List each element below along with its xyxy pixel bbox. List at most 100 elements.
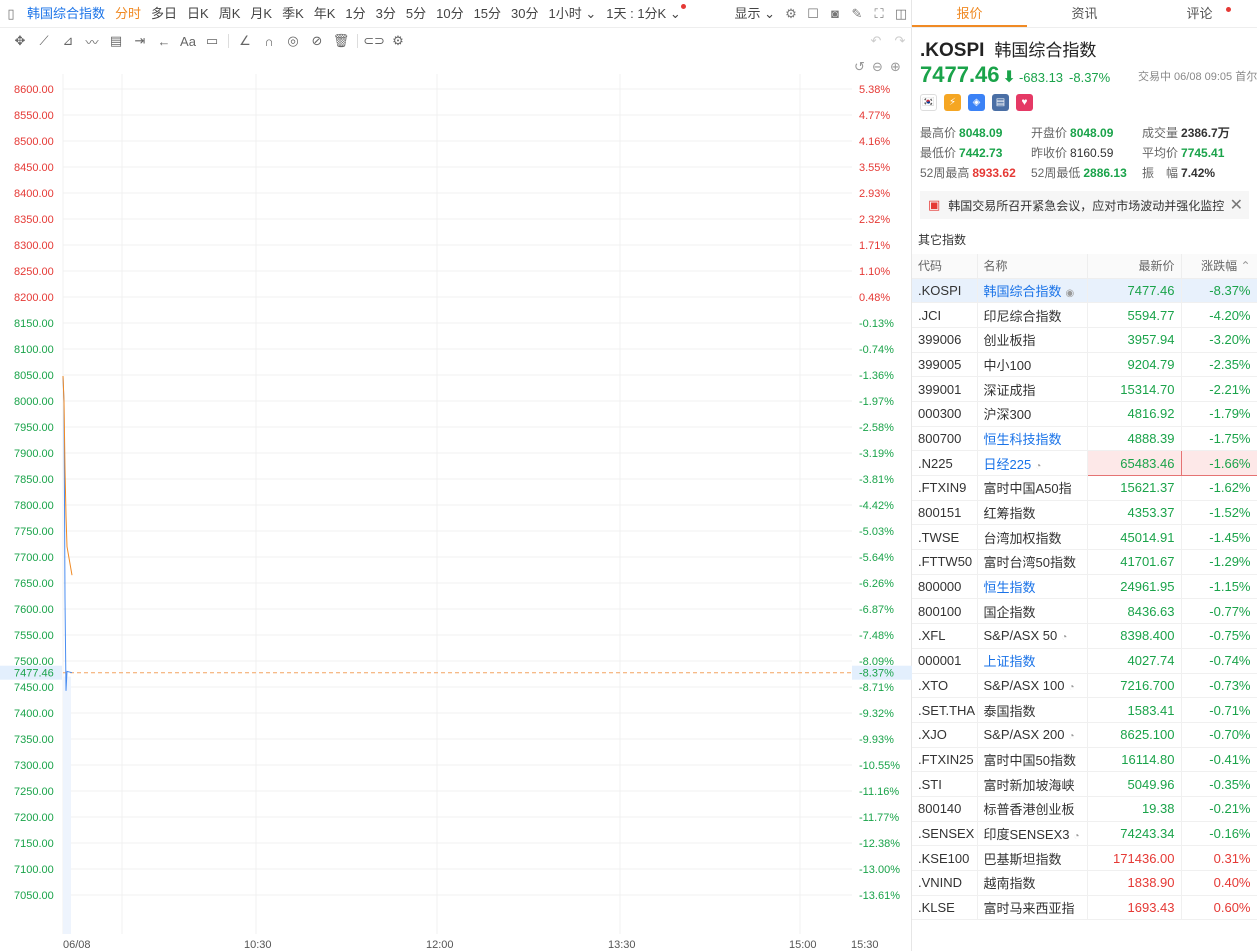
tab-quote[interactable]: 报价 <box>912 0 1027 27</box>
period-9[interactable]: 5分 <box>401 0 431 28</box>
sidebar-icon[interactable]: ◫ <box>890 0 912 28</box>
col-code[interactable]: 代码 <box>912 254 978 279</box>
measure-tool-icon[interactable]: ⇥ <box>128 28 152 54</box>
table-row[interactable]: 800700 恒生科技指数 4888.39 -1.75% <box>912 426 1257 452</box>
display-menu[interactable]: 显示 ⌄ <box>729 0 780 28</box>
favorite-heart-icon[interactable]: ♥ <box>1016 94 1033 111</box>
link-icon[interactable]: ⊂⊃ <box>362 28 386 54</box>
tab-news[interactable]: 资讯 <box>1027 0 1142 27</box>
tab-comments[interactable]: 评论 <box>1142 0 1257 27</box>
row-change-pct: -1.45% <box>1181 524 1257 551</box>
period-2[interactable]: 日K <box>182 0 214 28</box>
pct-tick-label: -13.00% <box>859 864 900 876</box>
time-label: 06/08 <box>63 939 91 951</box>
table-row[interactable]: 000300 沪深300 4816.92 -1.79% <box>912 401 1257 427</box>
hide-icon[interactable]: ⊘ <box>305 28 329 54</box>
period-11[interactable]: 15分 <box>469 0 506 28</box>
close-icon[interactable]: ✕ <box>1230 195 1243 215</box>
table-row[interactable]: .SENSEX 印度SENSEX3 ◔ 74243.34 -0.16% <box>912 821 1257 847</box>
period-13[interactable]: 1小时 ⌄ <box>544 0 602 28</box>
table-row[interactable]: 399006 创业板指 3957.94 -3.20% <box>912 327 1257 353</box>
period-7[interactable]: 1分 <box>340 0 370 28</box>
row-change-pct: -4.20% <box>1181 302 1257 328</box>
row-code: .XJO <box>912 722 978 748</box>
period-12[interactable]: 30分 <box>506 0 543 28</box>
pencil-icon[interactable]: ✎ <box>846 0 868 28</box>
row-name-text: 台湾加权指数 <box>983 530 1062 546</box>
period-6[interactable]: 年K <box>309 0 341 28</box>
draw-settings-icon[interactable]: ⚙ <box>386 28 410 54</box>
redo-icon[interactable]: ↷ <box>888 28 912 54</box>
camera-icon[interactable]: ◙ <box>824 0 846 28</box>
row-change-pct: -0.77% <box>1181 598 1257 625</box>
news-notice[interactable]: ▣ 韩国交易所召开紧急会议，应对市场波动并强化监控 ✕ <box>920 191 1249 219</box>
table-row[interactable]: .JCI 印尼综合指数 5594.77 -4.20% <box>912 302 1257 328</box>
row-price: 24961.95 <box>1087 574 1182 600</box>
move-icon[interactable]: ✥ <box>8 28 32 54</box>
price-tick-label: 7400.00 <box>14 708 54 720</box>
trash-icon[interactable]: 🗑 <box>329 28 353 54</box>
period-5[interactable]: 季K <box>277 0 309 28</box>
magnet-icon[interactable]: ∩ <box>257 28 281 54</box>
square-icon[interactable]: ☐ <box>802 0 824 28</box>
table-row[interactable]: .VNIND 越南指数 1838.90 0.40% <box>912 870 1257 896</box>
stat-3: 最低价 7442.73 <box>920 144 1031 161</box>
table-row[interactable]: .FTXIN25 富时中国50指数 16114.80 -0.41% <box>912 747 1257 773</box>
row-name: 富时中国A50指 <box>977 475 1088 501</box>
angle-tool-icon[interactable]: ∠ <box>233 28 257 54</box>
table-row[interactable]: .STI 富时新加坡海峡 5049.96 -0.35% <box>912 771 1257 797</box>
period-10[interactable]: 10分 <box>431 0 468 28</box>
table-row[interactable]: .SET.THA 泰国指数 1583.41 -0.71% <box>912 697 1257 723</box>
table-row[interactable]: 399005 中小100 9204.79 -2.35% <box>912 352 1257 378</box>
stat-value: 8933.62 <box>972 166 1016 180</box>
col-change-pct[interactable]: 涨跌幅 ⌃ <box>1181 254 1257 279</box>
period-3[interactable]: 周K <box>214 0 246 28</box>
period-1[interactable]: 多日 <box>146 0 182 28</box>
table-row[interactable]: .FTXIN9 富时中国A50指 15621.37 -1.62% <box>912 475 1257 501</box>
table-row[interactable]: .KOSPI 韩国综合指数 ◉ 7477.46 -8.37% <box>912 278 1257 304</box>
chart-area: ▯ 韩国综合指数 分时 多日 日K 周K 月K 季K 年K 1分 3分 5分 10分 15分 30分 1小… <box>0 0 912 951</box>
document-icon[interactable]: ▤ <box>992 94 1009 111</box>
table-row[interactable]: .N225 日经225 ◔ 65483.46 -1.66% <box>912 450 1257 476</box>
table-row[interactable]: 800000 恒生指数 24961.95 -1.15% <box>912 574 1257 600</box>
table-row[interactable]: .FTTW50 富时台湾50指数 41701.67 -1.29% <box>912 549 1257 575</box>
period-4[interactable]: 月K <box>245 0 277 28</box>
wave-tool-icon[interactable]: 〰 <box>80 28 104 54</box>
table-row[interactable]: 800100 国企指数 8436.63 -0.77% <box>912 598 1257 625</box>
table-row[interactable]: .KSE100 巴基斯坦指数 171436.00 0.31% <box>912 845 1257 871</box>
row-name-text: 泰国指数 <box>983 703 1036 719</box>
eye-icon[interactable]: ◎ <box>281 28 305 54</box>
channel-tool-icon[interactable]: ⊿ <box>56 28 80 54</box>
settings-icon[interactable]: ⚙ <box>780 0 802 28</box>
line-tool-icon[interactable]: ⟋ <box>32 28 56 54</box>
table-row[interactable]: .TWSE 台湾加权指数 45014.91 -1.45% <box>912 524 1257 551</box>
col-price[interactable]: 最新价 <box>1087 254 1182 279</box>
lightning-icon[interactable]: ⚡ <box>944 94 961 111</box>
row-code: .STI <box>912 771 978 797</box>
comment-tool-icon[interactable]: ▭ <box>200 28 224 54</box>
arrow-tool-icon[interactable]: ← <box>152 28 176 54</box>
table-row[interactable]: 800140 标普香港创业板 19.38 -0.21% <box>912 796 1257 822</box>
row-name-text: 上证指数 <box>983 654 1036 670</box>
table-row[interactable]: .XTO S&P/ASX 100 ◔ 7216.700 -0.73% <box>912 673 1257 699</box>
table-row[interactable]: 800151 红筹指数 4353.37 -1.52% <box>912 500 1257 526</box>
col-change-pct-label: 涨跌幅 <box>1201 259 1238 274</box>
period-8[interactable]: 3分 <box>371 0 401 28</box>
table-row[interactable]: .KLSE 富时马来西亚指 1693.43 0.60% <box>912 895 1257 921</box>
table-row[interactable]: 000001 上证指数 4027.74 -0.74% <box>912 648 1257 674</box>
fib-tool-icon[interactable]: ▤ <box>104 28 128 54</box>
text-tool-icon[interactable]: Aa <box>176 28 200 54</box>
period-toolbar: ▯ 韩国综合指数 分时 多日 日K 周K 月K 季K 年K 1分 3分 5分 10分 15分 30分 1小… <box>0 0 912 28</box>
undo-icon[interactable]: ↶ <box>864 28 888 54</box>
tag-icon[interactable]: ◈ <box>968 94 985 111</box>
intraday-chart[interactable]: ↺ ⊖ ⊕ 8600.00 5.38% 8550.00 4.77% 8500.00 4.16% 8… <box>0 54 912 951</box>
table-row[interactable]: 399001 深证成指 15314.70 -2.21% <box>912 376 1257 402</box>
fullscreen-icon[interactable]: ⛶ <box>868 0 890 28</box>
col-name[interactable]: 名称 <box>977 254 1088 279</box>
range-select[interactable]: 1天 : 1分K ⌄ <box>601 0 686 28</box>
pct-tick-label: -1.97% <box>859 396 894 408</box>
table-row[interactable]: .XFL S&P/ASX 50 ◔ 8398.400 -0.75% <box>912 623 1257 649</box>
period-0[interactable]: 分时 <box>110 0 146 28</box>
table-row[interactable]: .XJO S&P/ASX 200 ◔ 8625.100 -0.70% <box>912 722 1257 748</box>
panel-toggle-icon[interactable]: ▯ <box>0 0 22 28</box>
